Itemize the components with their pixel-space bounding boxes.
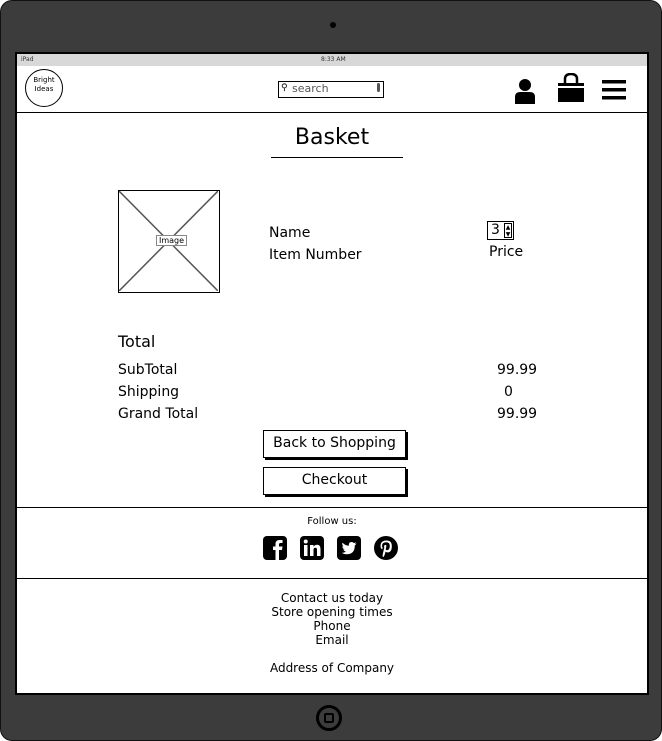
image-label: Image xyxy=(156,235,188,246)
camera-dot xyxy=(330,22,336,28)
contact-us-link[interactable]: Contact us today xyxy=(17,591,647,605)
home-button[interactable] xyxy=(316,705,342,731)
pinterest-icon[interactable] xyxy=(374,536,398,560)
company-address: Address of Company xyxy=(269,661,395,675)
home-square-icon xyxy=(324,713,334,723)
grand-total-label: Grand Total xyxy=(118,406,199,422)
screen: iPad 8:33 AM Bright Ideas ⚲ search Baske… xyxy=(15,52,649,695)
email-text: Email xyxy=(315,633,349,647)
grand-total-value: 99.99 xyxy=(497,406,538,422)
shopping-bag-icon[interactable] xyxy=(557,73,585,103)
search-input[interactable]: ⚲ search xyxy=(278,81,384,98)
status-time: 8:33 AM xyxy=(321,56,346,63)
shipping-value: 0 xyxy=(504,384,513,400)
logo-line1: Bright xyxy=(33,76,55,84)
title-underline xyxy=(271,157,403,158)
opening-times-link[interactable]: Store opening times xyxy=(17,605,647,619)
stepper-arrows-icon[interactable]: ▲ ▼ xyxy=(504,223,512,238)
follow-us-label: Follow us: xyxy=(307,516,357,527)
quantity-value: 3 xyxy=(491,222,500,238)
header-divider xyxy=(17,112,647,113)
item-number: Item Number xyxy=(269,247,362,263)
subtotal-label: SubTotal xyxy=(118,362,178,378)
item-name: Name xyxy=(269,225,311,241)
total-heading: Total xyxy=(118,332,156,351)
status-device: iPad xyxy=(21,56,34,63)
subtotal-value: 99.99 xyxy=(497,362,538,378)
status-bar: iPad 8:33 AM xyxy=(17,54,647,66)
linkedin-icon[interactable] xyxy=(300,536,324,560)
page-title: Basket xyxy=(294,125,370,150)
phone-text: Phone xyxy=(313,619,351,633)
twitter-icon[interactable] xyxy=(337,536,361,560)
checkout-button[interactable]: Checkout xyxy=(263,467,406,495)
search-placeholder: search xyxy=(292,82,329,95)
item-price: Price xyxy=(489,244,524,260)
microphone-icon[interactable] xyxy=(377,83,380,92)
logo-line2: Ideas xyxy=(34,85,54,93)
search-icon: ⚲ xyxy=(281,83,288,93)
facebook-icon[interactable] xyxy=(263,536,287,560)
quantity-stepper[interactable]: 3 ▲ ▼ xyxy=(487,221,514,240)
footer-divider-bottom xyxy=(17,578,647,579)
back-to-shopping-button[interactable]: Back to Shopping xyxy=(263,430,406,458)
logo[interactable]: Bright Ideas xyxy=(25,69,63,107)
product-image-placeholder: Image xyxy=(118,190,220,293)
footer-divider-top xyxy=(17,507,647,508)
hamburger-menu-icon[interactable] xyxy=(602,79,626,101)
user-icon[interactable] xyxy=(514,78,536,104)
tablet-frame: iPad 8:33 AM Bright Ideas ⚲ search Baske… xyxy=(0,0,662,741)
shipping-label: Shipping xyxy=(118,384,180,400)
